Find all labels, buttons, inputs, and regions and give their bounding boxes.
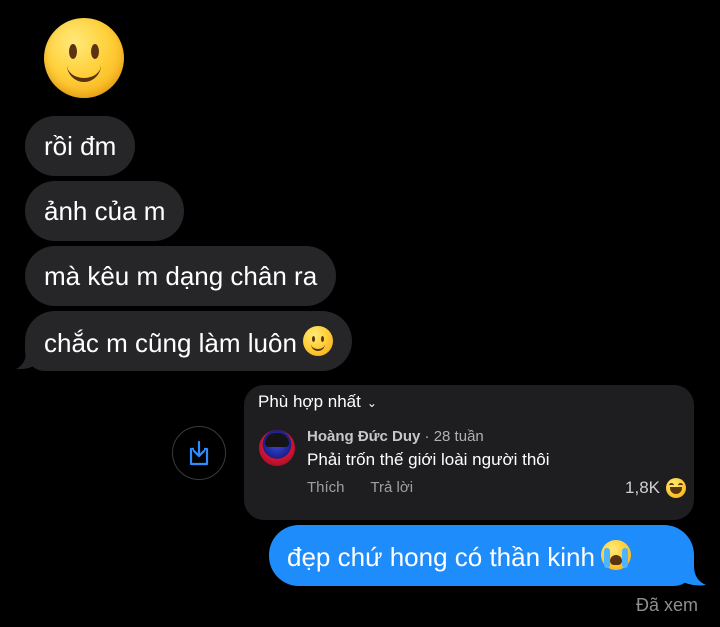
received-message[interactable]: rồi đm <box>25 116 136 176</box>
message-text: chắc m cũng làm luôn <box>44 328 297 358</box>
comment-author-line: Hoàng Đức Duy · 28 tuần <box>307 427 484 447</box>
message-text: mà kêu m dạng chân ra <box>44 261 318 291</box>
comment-actions: Thích Trả lời <box>307 478 435 498</box>
reply-comment-button[interactable]: Trả lời <box>370 479 413 496</box>
avatar[interactable] <box>259 430 295 466</box>
seen-status: Đã xem <box>635 595 698 615</box>
message-text: ảnh của m <box>44 196 166 226</box>
shared-comment-card[interactable]: Phù hợp nhất ⌄ Hoàng Đức Duy · 28 tuần Ph… <box>244 385 694 520</box>
loudly-crying-face-icon <box>600 540 631 570</box>
chat-thread: rồi đm ảnh của m mà kêu m dạng chân ra c… <box>0 0 720 627</box>
comment-age: · 28 tuần <box>424 428 484 445</box>
received-bubble-tail <box>16 352 38 370</box>
slightly-smiling-face-emoji-message[interactable] <box>44 18 124 98</box>
comment-sort-dropdown[interactable]: Phù hợp nhất ⌄ <box>258 390 377 415</box>
emoji-eye <box>91 44 99 59</box>
share-button[interactable] <box>172 426 226 480</box>
message-text: rồi đm <box>44 131 117 161</box>
emoji-eye <box>69 44 77 59</box>
received-message[interactable]: chắc m cũng làm luôn <box>25 311 352 371</box>
comment-like-count[interactable]: 1,8K <box>625 476 686 500</box>
received-message[interactable]: mà kêu m dạng chân ra <box>25 246 337 306</box>
sort-label: Phù hợp nhất <box>258 392 361 411</box>
grinning-squinting-face-icon <box>666 478 686 498</box>
message-text: đẹp chứ hong có thần kinh <box>287 542 595 572</box>
sent-message[interactable]: đẹp chứ hong có thần kinh <box>269 525 694 586</box>
comment-author[interactable]: Hoàng Đức Duy <box>307 428 420 445</box>
received-message[interactable]: ảnh của m <box>25 181 185 241</box>
like-comment-button[interactable]: Thích <box>307 479 345 496</box>
sent-bubble-tail <box>680 566 706 586</box>
comment-text: Phải trốn thế giới loài người thôi <box>307 450 550 469</box>
share-icon <box>189 440 209 466</box>
like-count-text: 1,8K <box>625 478 660 497</box>
slightly-smiling-face-icon <box>302 326 333 356</box>
emoji-mouth <box>67 64 101 82</box>
chevron-down-icon: ⌄ <box>366 396 377 410</box>
